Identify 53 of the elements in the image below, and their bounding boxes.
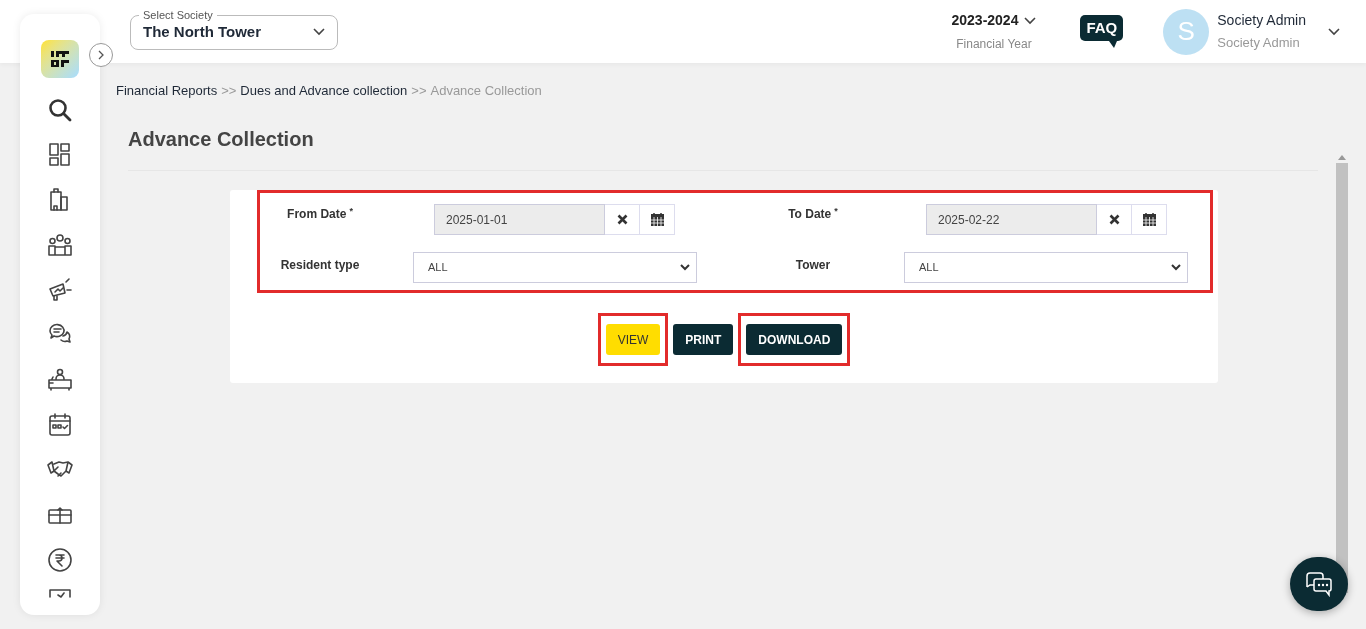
- user-name: Society Admin: [1217, 11, 1306, 31]
- select-field[interactable]: ALL: [904, 251, 1188, 283]
- rupee-icon[interactable]: [47, 547, 73, 573]
- app-logo[interactable]: [41, 40, 79, 78]
- select-value: ALL: [919, 259, 939, 275]
- action-button[interactable]: VIEW: [605, 324, 661, 355]
- breadcrumb-link[interactable]: Financial Reports: [116, 81, 218, 101]
- date-field[interactable]: 2025-02-22: [926, 204, 1097, 235]
- field-label: Tower: [794, 256, 832, 274]
- field-label: Resident type: [279, 256, 361, 274]
- scroll-up-icon: [1338, 155, 1346, 160]
- clear-button[interactable]: [1097, 204, 1132, 235]
- calendar-icon: [1142, 213, 1156, 226]
- action-button[interactable]: PRINT: [673, 324, 734, 355]
- calendar-icon: [650, 213, 664, 226]
- chat-icon: [1305, 571, 1333, 597]
- breadcrumb-current: Advance Collection: [430, 82, 542, 101]
- chevron-down-icon: [313, 28, 325, 36]
- action-button[interactable]: DOWNLOAD: [746, 324, 843, 355]
- close-icon: [616, 214, 628, 225]
- society-name: The North Tower: [143, 21, 262, 42]
- chevron-down-icon: [1024, 16, 1037, 25]
- chat-button[interactable]: [1290, 557, 1348, 611]
- search-icon[interactable]: [47, 97, 73, 123]
- date-field[interactable]: 2025-01-01: [434, 204, 605, 235]
- logo-icon: [49, 49, 71, 69]
- chevron-down-icon: [680, 263, 690, 271]
- people-icon[interactable]: [47, 232, 73, 258]
- page-title: Advance Collection: [128, 127, 315, 152]
- financial-year-select[interactable]: 2023-2024: [951, 10, 1037, 31]
- chevron-down-icon: [1171, 263, 1181, 271]
- close-icon: [1108, 214, 1120, 225]
- breadcrumb-separator: >>: [411, 82, 427, 101]
- user-menu-caret[interactable]: [1328, 27, 1340, 36]
- select-value: ALL: [428, 259, 448, 275]
- dashboard-icon[interactable]: [47, 142, 73, 168]
- calendar-button[interactable]: [1132, 204, 1167, 235]
- reception-desk-icon[interactable]: [47, 367, 73, 393]
- chevron-right-icon: [97, 50, 105, 60]
- select-field[interactable]: ALL: [413, 251, 697, 283]
- megaphone-icon[interactable]: [47, 277, 73, 303]
- field-label: To Date $^{*}$: [787, 204, 839, 223]
- field-label: From Date $^{*}$: [286, 204, 354, 223]
- speech-tail-icon: [1109, 41, 1118, 49]
- calendar-button[interactable]: [640, 204, 675, 235]
- chevron-down-icon: [1328, 27, 1340, 36]
- checkbox-icon[interactable]: [47, 588, 73, 598]
- financial-year-label: Financial Year: [956, 36, 1032, 53]
- user-role: Society Admin: [1217, 34, 1301, 53]
- calendar-icon[interactable]: [47, 412, 73, 438]
- breadcrumb-link[interactable]: Dues and Advance collection: [240, 81, 408, 101]
- breadcrumb-separator: >>: [221, 82, 237, 101]
- clear-button[interactable]: [605, 204, 640, 235]
